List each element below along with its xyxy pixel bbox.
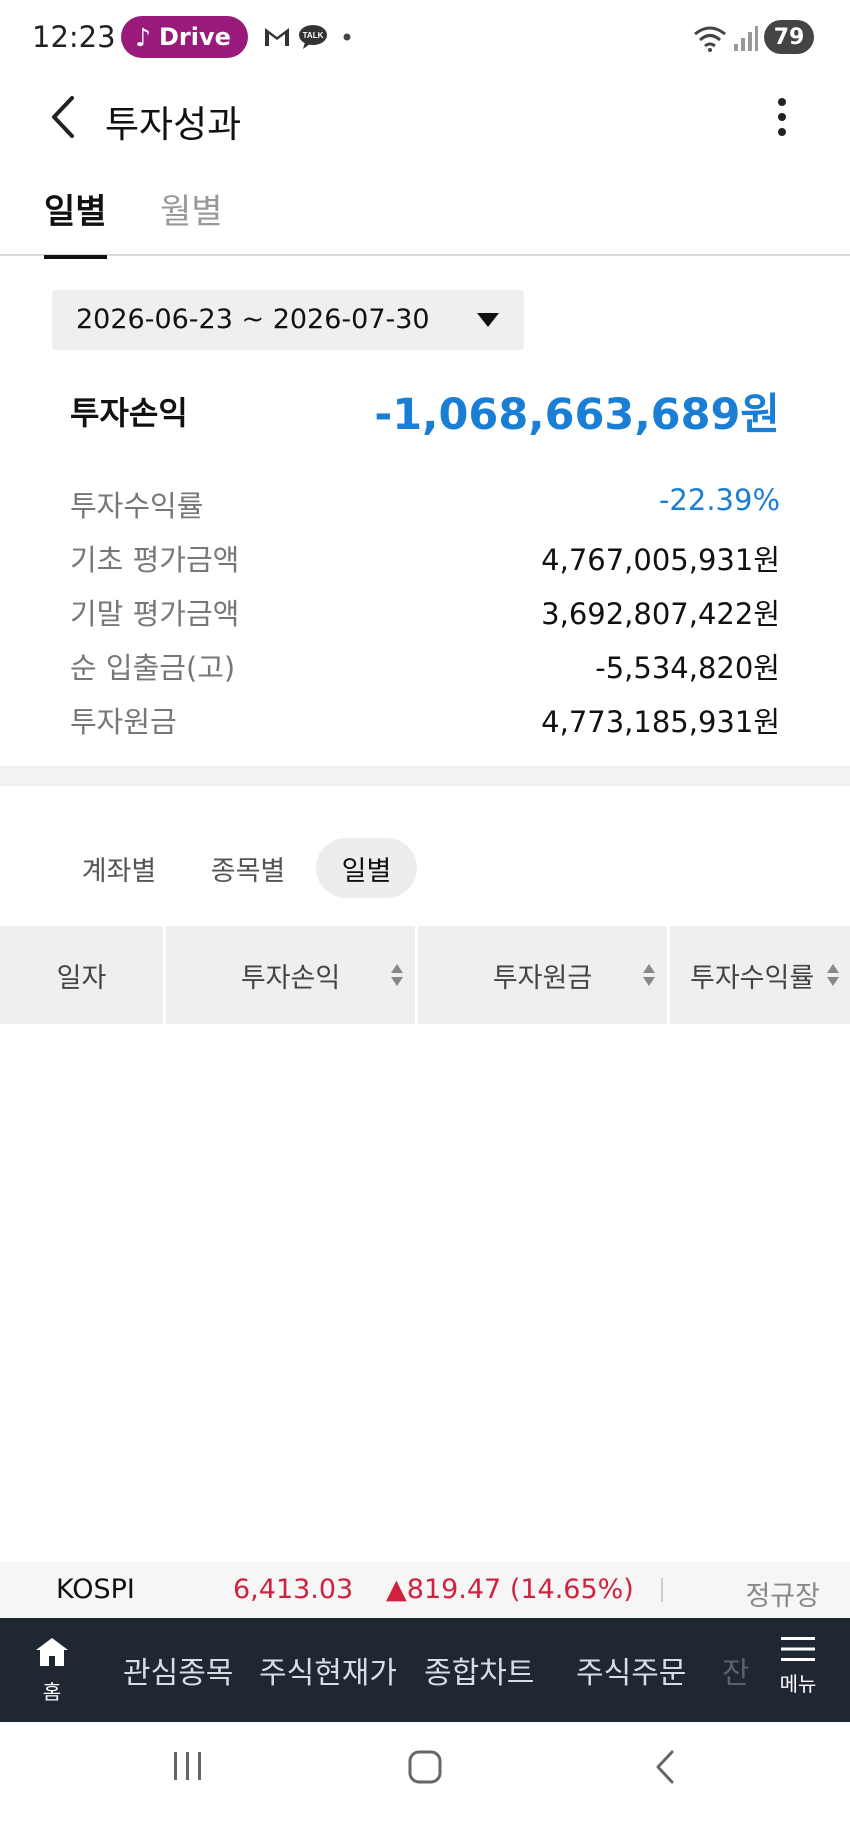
ticker-session: 정규장 [745, 1581, 820, 1612]
svg-text:TALK: TALK [303, 31, 324, 40]
wifi-icon [694, 26, 726, 52]
caret-down-icon [477, 313, 499, 327]
home-label: 홈 [42, 1680, 62, 1704]
menu-label: 메뉴 [779, 1672, 817, 1696]
gmail-icon [265, 28, 289, 46]
summary-label: 투자수익률 [70, 489, 204, 523]
battery-indicator: 79 [764, 20, 814, 54]
column-label: 일자 [56, 962, 107, 994]
home-icon [36, 1638, 68, 1666]
period-tabs: 일별 월별 [0, 172, 850, 259]
date-range-dropdown[interactable]: 2026-06-23 ~ 2026-07-30 [52, 290, 524, 350]
column-header-return-rate[interactable]: 투자수익률 [670, 926, 850, 1024]
status-bar: 12:23 ♪ Drive TALK 79 [0, 0, 850, 74]
nav-order[interactable]: 주식주문 [576, 1648, 686, 1692]
subtab-by-day[interactable]: 일별 [316, 838, 417, 898]
summary-value: 4,767,005,931원 [541, 543, 780, 577]
ticker-name: KOSPI [56, 1574, 135, 1605]
app-header: 투자성과 [0, 74, 850, 160]
summary-value: 3,692,807,422원 [541, 597, 780, 631]
bottom-navigation: 홈 관심종목 주식현재가 종합차트 주식주문 잔 메뉴 [0, 1618, 850, 1722]
nav-watchlist[interactable]: 관심종목 [123, 1648, 233, 1692]
summary-value: -22.39% [658, 483, 780, 517]
profit-loss-value: -1,068,663,689원 [374, 390, 780, 440]
market-ticker[interactable]: KOSPI 6,413.03 ▲819.47 (14.65%) 정규장 [0, 1562, 850, 1618]
menu-button[interactable]: 메뉴 [770, 1636, 826, 1706]
chevron-left-icon[interactable] [44, 92, 84, 142]
column-header-profit-loss[interactable]: 투자손익 [166, 926, 415, 1024]
tab-monthly[interactable]: 월별 [160, 184, 223, 255]
signal-icon [734, 26, 758, 51]
music-note-icon: ♪ [135, 22, 151, 52]
ticker-price: 6,413.03 [233, 1574, 354, 1605]
summary-row-net-deposit: 순 입출금(고) -5,534,820원 [70, 645, 780, 689]
column-header-date: 일자 [0, 926, 163, 1024]
nav-stock-price[interactable]: 주식현재가 [259, 1648, 397, 1692]
column-label: 투자원금 [492, 962, 593, 994]
table-header: 일자 투자손익 투자원금 투자수익률 [0, 926, 850, 1024]
drive-label: Drive [158, 23, 231, 51]
section-divider [0, 766, 850, 786]
summary-label: 순 입출금(고) [70, 651, 236, 685]
kakaotalk-icon: TALK [299, 25, 327, 49]
system-navigation-bar [0, 1722, 850, 1822]
drive-pill[interactable]: ♪ Drive [121, 16, 248, 58]
column-label: 투자손익 [240, 962, 341, 994]
back-nav-icon[interactable] [650, 1748, 680, 1786]
summary-row-ending-value: 기말 평가금액 3,692,807,422원 [70, 591, 780, 635]
column-header-principal[interactable]: 투자원금 [418, 926, 667, 1024]
tab-daily[interactable]: 일별 [44, 184, 107, 259]
recent-apps-icon[interactable] [170, 1748, 206, 1784]
nav-next-partial[interactable]: 잔 [722, 1648, 750, 1692]
summary-value: -5,534,820원 [595, 651, 780, 685]
summary-value: 4,773,185,931원 [541, 705, 780, 739]
summary-row-beginning-value: 기초 평가금액 4,767,005,931원 [70, 537, 780, 581]
summary-label: 기초 평가금액 [70, 543, 240, 577]
nav-chart[interactable]: 종합차트 [424, 1648, 534, 1692]
subtab-by-stock[interactable]: 종목별 [193, 838, 303, 898]
page-title: 투자성과 [105, 103, 242, 146]
summary-label: 투자원금 [70, 705, 177, 739]
dot-icon [343, 33, 351, 41]
home-nav-icon[interactable] [406, 1748, 444, 1786]
sort-icon[interactable] [826, 962, 840, 988]
column-label: 투자수익률 [690, 962, 815, 994]
hamburger-menu-icon [781, 1637, 815, 1661]
ticker-separator [661, 1578, 663, 1602]
summary-label: 기말 평가금액 [70, 597, 240, 631]
profit-loss-label: 투자손익 [70, 394, 188, 432]
sort-icon[interactable] [390, 962, 404, 988]
status-time: 12:23 [32, 20, 116, 54]
ticker-change: ▲819.47 (14.65%) [386, 1574, 634, 1605]
home-button[interactable]: 홈 [28, 1636, 76, 1706]
summary-row-return-rate: 투자수익률 -22.39% [70, 483, 780, 527]
subtab-by-account[interactable]: 계좌별 [64, 838, 174, 898]
date-range-value: 2026-06-23 ~ 2026-07-30 [76, 304, 430, 335]
more-vertical-icon[interactable] [770, 92, 794, 142]
sort-icon[interactable] [642, 962, 656, 988]
summary-row-principal: 투자원금 4,773,185,931원 [70, 699, 780, 743]
